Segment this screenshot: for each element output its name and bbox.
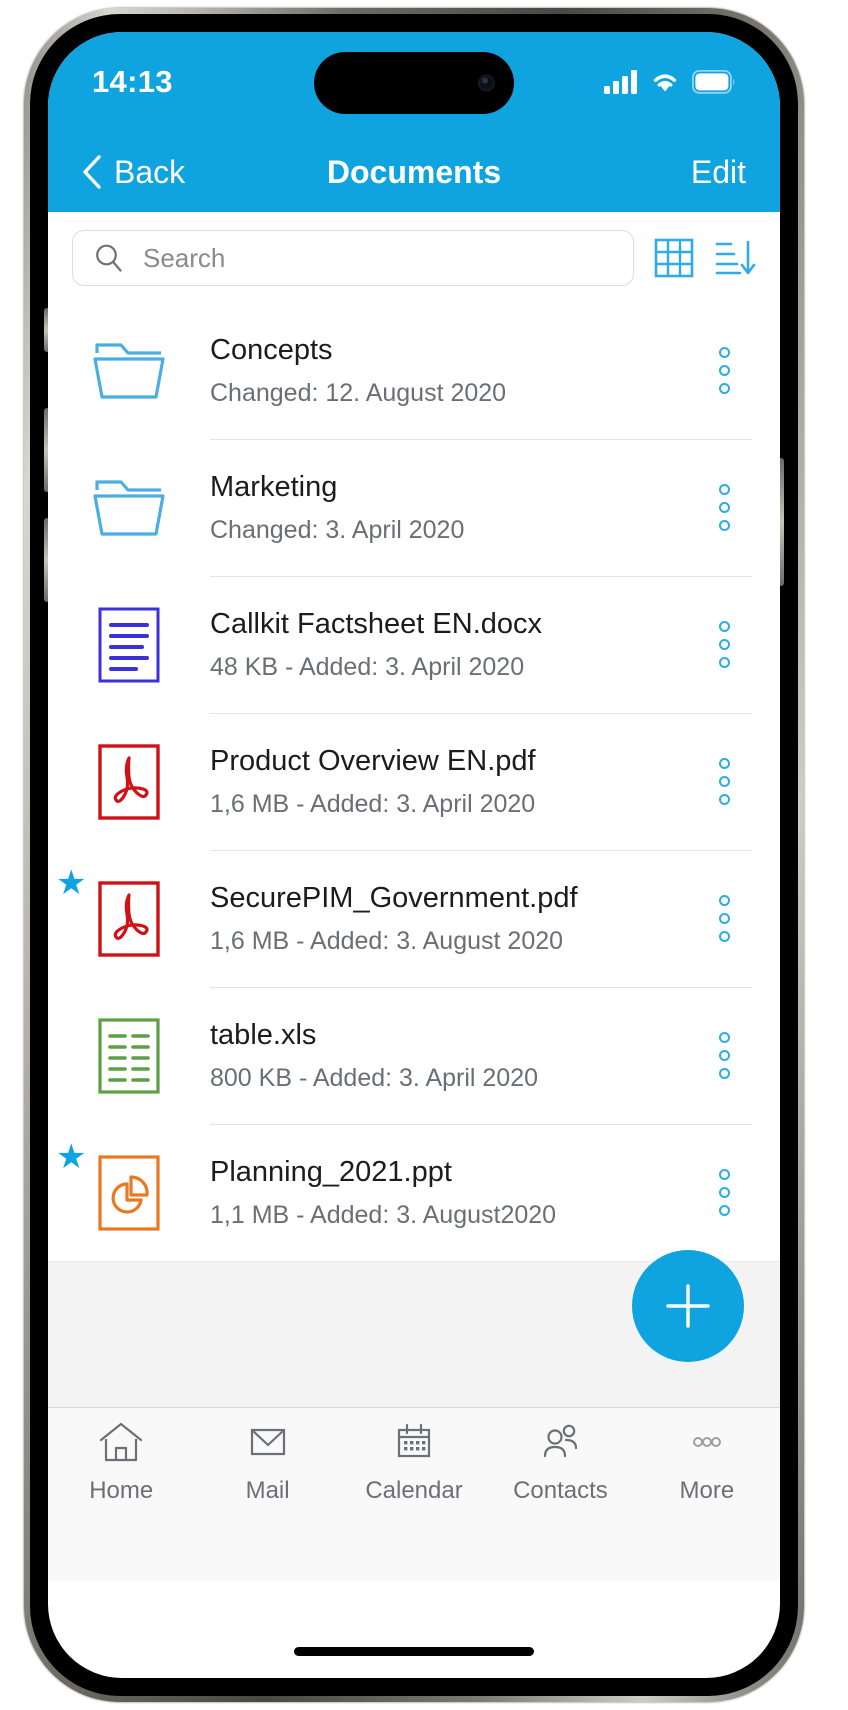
favorite-star-icon[interactable]: ★ (56, 1140, 86, 1174)
more-options-vertical-icon[interactable] (696, 621, 752, 668)
excel-document-icon (48, 1017, 210, 1094)
tab-mail-label: Mail (245, 1477, 290, 1504)
plus-icon (660, 1278, 716, 1334)
file-info: table.xls 800 KB - Added: 3. April 2020 (210, 1019, 696, 1093)
list-item[interactable]: Concepts Changed: 12. August 2020 (48, 302, 780, 439)
row-divider (210, 850, 752, 851)
file-name: Concepts (210, 333, 333, 366)
file-meta: 1,6 MB - Added: 3. August 2020 (210, 926, 564, 955)
file-name: SecurePIM_Government.pdf (210, 881, 578, 914)
phone-screen: 14:13 Back Documents Edit Search Concept… (48, 32, 780, 1678)
status-indicators (604, 70, 736, 94)
file-info: Concepts Changed: 12. August 2020 (210, 334, 696, 408)
file-meta: 1,1 MB - Added: 3. August2020 (210, 1200, 557, 1229)
tab-bar: Home Mail Calendar Contacts More (48, 1407, 780, 1525)
row-divider (210, 439, 752, 440)
status-bar: 14:13 (48, 32, 780, 132)
more-options-vertical-icon[interactable] (696, 1032, 752, 1079)
row-divider (210, 987, 752, 988)
tab-mail[interactable]: Mail (194, 1420, 340, 1525)
row-divider (210, 713, 752, 714)
home-icon (97, 1420, 145, 1469)
list-item[interactable]: ★ SecurePIM_Government.pdf 1,6 MB - Adde… (48, 850, 780, 987)
tab-contacts-label: Contacts (513, 1477, 608, 1504)
sort-descending-icon[interactable] (714, 238, 756, 278)
file-meta: 48 KB - Added: 3. April 2020 (210, 652, 525, 681)
list-item[interactable]: table.xls 800 KB - Added: 3. April 2020 (48, 987, 780, 1124)
file-info: Callkit Factsheet EN.docx 48 KB - Added:… (210, 608, 696, 682)
grid-view-icon[interactable] (654, 238, 694, 278)
home-indicator[interactable] (294, 1647, 534, 1656)
battery-icon (692, 70, 736, 94)
tab-calendar-label: Calendar (365, 1477, 463, 1504)
status-time: 14:13 (92, 64, 173, 99)
file-info: Product Overview EN.pdf 1,6 MB - Added: … (210, 745, 696, 819)
pdf-document-icon (48, 743, 210, 820)
phone-frame: 14:13 Back Documents Edit Search Concept… (24, 8, 804, 1702)
front-camera-icon (478, 74, 495, 92)
list-item[interactable]: Marketing Changed: 3. April 2020 (48, 439, 780, 576)
row-divider (210, 576, 752, 577)
file-name: Marketing (210, 470, 338, 503)
list-item[interactable]: Product Overview EN.pdf 1,6 MB - Added: … (48, 713, 780, 850)
file-meta: 800 KB - Added: 3. April 2020 (210, 1063, 539, 1092)
tab-calendar[interactable]: Calendar (341, 1420, 487, 1525)
file-meta: Changed: 3. April 2020 (210, 515, 465, 544)
file-name: Callkit Factsheet EN.docx (210, 607, 543, 640)
navigation-bar: Back Documents Edit (48, 132, 780, 212)
folder-icon (48, 339, 210, 403)
contacts-icon (536, 1420, 584, 1469)
more-options-vertical-icon[interactable] (696, 1169, 752, 1216)
back-button[interactable]: Back (82, 154, 185, 191)
tab-home-label: Home (89, 1477, 154, 1504)
fab-area (48, 1250, 780, 1407)
calendar-icon (390, 1420, 438, 1469)
more-options-vertical-icon[interactable] (696, 895, 752, 942)
tab-more[interactable]: More (634, 1420, 780, 1525)
more-icon (683, 1420, 731, 1469)
search-toolbar (48, 212, 780, 302)
home-indicator-area (48, 1525, 780, 1581)
cellular-signal-icon (604, 70, 638, 94)
file-meta: 1,6 MB - Added: 3. April 2020 (210, 789, 536, 818)
wifi-icon (649, 70, 681, 94)
tab-more-label: More (679, 1477, 735, 1504)
edit-button[interactable]: Edit (691, 154, 746, 191)
phone-body: 14:13 Back Documents Edit Search Concept… (30, 14, 798, 1696)
file-name: table.xls (210, 1018, 317, 1051)
more-options-vertical-icon[interactable] (696, 347, 752, 394)
mail-icon (244, 1420, 292, 1469)
file-info: Marketing Changed: 3. April 2020 (210, 471, 696, 545)
back-label: Back (114, 153, 186, 190)
search-field[interactable] (72, 230, 634, 286)
add-button[interactable] (632, 1250, 744, 1362)
folder-icon (48, 476, 210, 540)
favorite-star-icon[interactable]: ★ (56, 866, 86, 900)
tab-contacts[interactable]: Contacts (487, 1420, 633, 1525)
search-input[interactable] (143, 242, 613, 274)
dynamic-island (314, 52, 514, 114)
file-meta: Changed: 12. August 2020 (210, 378, 507, 407)
more-options-vertical-icon[interactable] (696, 758, 752, 805)
search-icon (93, 242, 125, 274)
list-item[interactable]: Callkit Factsheet EN.docx 48 KB - Added:… (48, 576, 780, 713)
more-options-vertical-icon[interactable] (696, 484, 752, 531)
row-divider (210, 1124, 752, 1125)
file-name: Planning_2021.ppt (210, 1155, 452, 1188)
tab-home[interactable]: Home (48, 1420, 194, 1525)
file-info: SecurePIM_Government.pdf 1,6 MB - Added:… (210, 882, 696, 956)
list-item[interactable]: ★ Planning_2021.ppt 1,1 MB - Added: 3. A… (48, 1124, 780, 1261)
word-document-icon (48, 607, 210, 683)
file-name: Product Overview EN.pdf (210, 744, 536, 777)
file-list: Concepts Changed: 12. August 2020 Market… (48, 302, 780, 1261)
chevron-left-icon (82, 155, 102, 189)
file-info: Planning_2021.ppt 1,1 MB - Added: 3. Aug… (210, 1156, 696, 1230)
